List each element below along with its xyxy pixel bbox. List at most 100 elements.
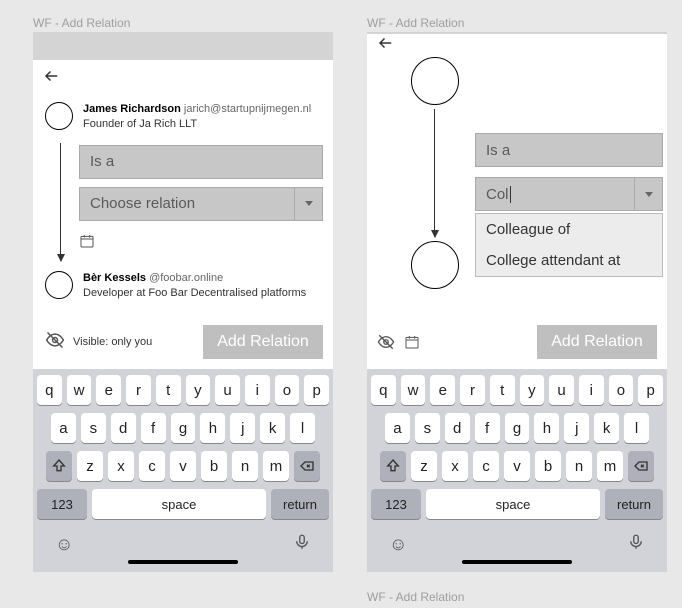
emoji-icon[interactable]: ☺ [55,534,73,555]
key-q[interactable]: q [371,375,396,405]
key-s[interactable]: s [415,413,440,443]
frame-label-right: WF - Add Relation [367,16,464,30]
avatar-bottom[interactable] [45,271,73,299]
key-u[interactable]: u [215,375,240,405]
is-a-field[interactable]: Is a [79,145,323,179]
add-relation-button[interactable]: Add Relation [203,325,323,359]
calendar-icon[interactable] [403,334,421,350]
key-u[interactable]: u [549,375,574,405]
relation-field[interactable]: Choose relation [79,187,295,221]
key-backspace[interactable] [628,451,654,481]
key-q[interactable]: q [37,375,62,405]
key-b[interactable]: b [201,451,227,481]
emoji-icon[interactable]: ☺ [389,534,407,555]
key-j[interactable]: j [230,413,255,443]
key-h[interactable]: h [534,413,559,443]
key-f[interactable]: f [475,413,500,443]
visibility-off-icon[interactable] [377,332,395,352]
key-o[interactable]: o [609,375,634,405]
avatar-top[interactable] [45,102,73,130]
key-123[interactable]: 123 [37,489,87,519]
person-top-name: James Richardson [83,103,181,115]
key-x[interactable]: x [108,451,134,481]
key-w[interactable]: w [401,375,426,405]
key-v[interactable]: v [170,451,196,481]
key-v[interactable]: v [504,451,530,481]
key-r[interactable]: r [126,375,151,405]
calendar-icon[interactable] [79,236,95,253]
relation-combo[interactable]: Col [475,177,663,211]
key-w[interactable]: w [67,375,92,405]
relation-dropdown-button[interactable] [295,187,323,221]
key-z[interactable]: z [77,451,103,481]
key-t[interactable]: t [490,375,515,405]
key-s[interactable]: s [81,413,106,443]
key-m[interactable]: m [597,451,623,481]
avatar-bottom[interactable] [411,241,459,289]
add-relation-button[interactable]: Add Relation [537,325,657,359]
key-e[interactable]: e [96,375,121,405]
key-g[interactable]: g [171,413,196,443]
key-p[interactable]: p [638,375,663,405]
footer-bar: Visible: only you Add Relation [33,317,333,369]
key-k[interactable]: k [594,413,619,443]
key-space[interactable]: space [92,489,266,519]
key-l[interactable]: l [290,413,315,443]
visibility-off-icon[interactable] [45,330,65,355]
key-space[interactable]: space [426,489,600,519]
key-c[interactable]: c [473,451,499,481]
key-z[interactable]: z [411,451,437,481]
keyboard-bottom-bar: ☺ [371,527,663,560]
back-arrow-icon[interactable] [377,34,395,57]
person-bottom-name: Bèr Kessels [83,272,146,284]
mic-icon[interactable] [627,533,645,556]
suggestion-item[interactable]: Colleague of [476,214,662,245]
key-backspace[interactable] [294,451,320,481]
avatar-top[interactable] [411,57,459,105]
key-n[interactable]: n [232,451,258,481]
footer-bar: Add Relation [367,317,667,369]
key-a[interactable]: a [385,413,410,443]
key-b[interactable]: b [535,451,561,481]
key-m[interactable]: m [263,451,289,481]
key-g[interactable]: g [505,413,530,443]
relation-combo[interactable]: Choose relation [79,187,323,221]
key-p[interactable]: p [304,375,329,405]
key-f[interactable]: f [141,413,166,443]
mic-icon[interactable] [293,533,311,556]
home-indicator[interactable] [462,560,572,564]
key-r[interactable]: r [460,375,485,405]
person-bottom-text: Bèr Kessels @foobar.online Developer at … [83,271,306,302]
suggestion-item[interactable]: College attendant at [476,245,662,276]
relation-field[interactable]: Col [475,177,635,211]
key-123[interactable]: 123 [371,489,421,519]
key-i[interactable]: i [245,375,270,405]
key-n[interactable]: n [566,451,592,481]
key-o[interactable]: o [275,375,300,405]
is-a-field[interactable]: Is a [475,133,663,167]
key-y[interactable]: y [520,375,545,405]
key-h[interactable]: h [200,413,225,443]
key-shift[interactable] [380,451,406,481]
phone-left: James Richardson jarich@startupnijmegen.… [33,32,333,572]
home-indicator[interactable] [128,560,238,564]
key-return[interactable]: return [271,489,329,519]
key-j[interactable]: j [564,413,589,443]
person-bottom-handle: @foobar.online [149,272,223,284]
key-c[interactable]: c [139,451,165,481]
key-d[interactable]: d [111,413,136,443]
key-return[interactable]: return [605,489,663,519]
key-k[interactable]: k [260,413,285,443]
relation-dropdown-button[interactable] [635,177,663,211]
key-shift[interactable] [46,451,72,481]
key-x[interactable]: x [442,451,468,481]
key-e[interactable]: e [430,375,455,405]
key-d[interactable]: d [445,413,470,443]
key-i[interactable]: i [579,375,604,405]
key-a[interactable]: a [51,413,76,443]
back-arrow-icon[interactable] [43,67,61,90]
person-bottom-row: Bèr Kessels @foobar.online Developer at … [43,265,323,308]
key-t[interactable]: t [156,375,181,405]
key-y[interactable]: y [186,375,211,405]
key-l[interactable]: l [624,413,649,443]
